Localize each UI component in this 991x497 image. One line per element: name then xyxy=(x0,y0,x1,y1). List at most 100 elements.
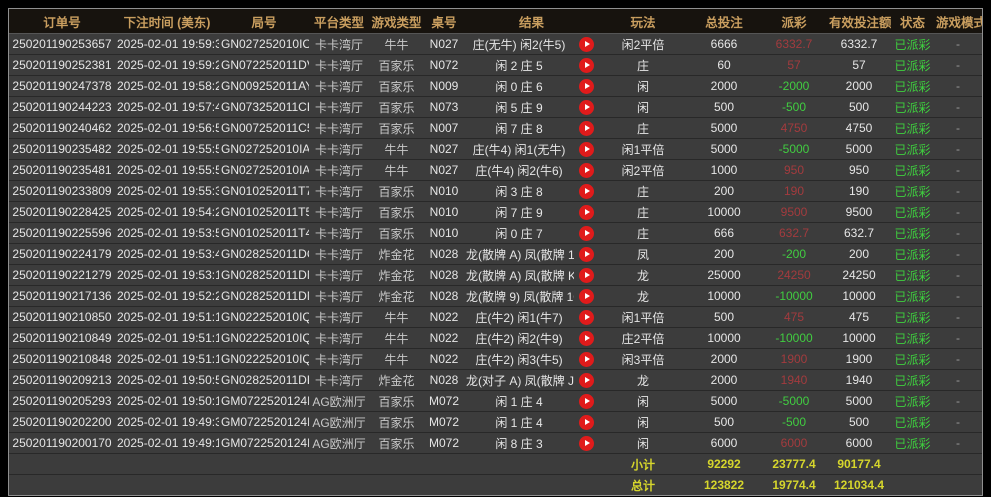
total-valid-bet: 121034.4 xyxy=(827,475,891,496)
replay-video-icon[interactable] xyxy=(579,310,594,325)
payout-value: 6332.7 xyxy=(761,34,827,55)
valid-bet-value: 1940 xyxy=(827,370,891,391)
game-mode-value: - xyxy=(934,55,982,76)
result-text: 闲 1 庄 4 xyxy=(464,391,574,412)
replay-video-icon[interactable] xyxy=(579,289,594,304)
replay-cell xyxy=(574,223,599,244)
payout-value: 632.7 xyxy=(761,223,827,244)
replay-video-icon[interactable] xyxy=(579,121,594,136)
bet-option: 庄 xyxy=(599,223,687,244)
payout-value: 950 xyxy=(761,160,827,181)
round-id: GN022252010IQ xyxy=(219,349,309,370)
replay-video-icon[interactable] xyxy=(579,205,594,220)
round-id: GN022252010IQ xyxy=(219,307,309,328)
replay-cell xyxy=(574,391,599,412)
game-type: 炸金花 xyxy=(369,286,424,307)
table-row: 250201190205293 2025-02-01 19:50:11 GM07… xyxy=(9,391,982,412)
valid-bet-value: 950 xyxy=(827,160,891,181)
replay-video-icon[interactable] xyxy=(579,142,594,157)
game-mode-value: - xyxy=(934,139,982,160)
order-number: 250201190210850 xyxy=(9,307,115,328)
replay-video-icon[interactable] xyxy=(579,226,594,241)
bet-time: 2025-02-01 19:53:13 xyxy=(115,265,219,286)
bet-time: 2025-02-01 19:51:14 xyxy=(115,328,219,349)
replay-video-icon[interactable] xyxy=(579,331,594,346)
replay-cell xyxy=(574,412,599,433)
order-number: 250201190224179 xyxy=(9,244,115,265)
payout-value: -500 xyxy=(761,97,827,118)
status-badge: 已派彩 xyxy=(891,391,934,412)
result-text: 龙(散牌 A) 凤(散牌 K) xyxy=(464,265,574,286)
table-number: N027 xyxy=(424,160,464,181)
play-triangle-icon xyxy=(585,335,590,341)
valid-bet-value: 10000 xyxy=(827,328,891,349)
payout-value: 57 xyxy=(761,55,827,76)
game-type: 炸金花 xyxy=(369,265,424,286)
platform-type: AG欧洲厅 xyxy=(309,433,369,454)
table-number: N022 xyxy=(424,349,464,370)
replay-cell xyxy=(574,97,599,118)
replay-video-icon[interactable] xyxy=(579,415,594,430)
game-mode-value: - xyxy=(934,181,982,202)
subtotal-row: 小计 92292 23777.4 90177.4 xyxy=(9,454,982,475)
round-id: GM0722520124N xyxy=(219,391,309,412)
replay-cell xyxy=(574,349,599,370)
replay-video-icon[interactable] xyxy=(579,352,594,367)
platform-type: 卡卡湾厅 xyxy=(309,97,369,118)
replay-cell xyxy=(574,370,599,391)
play-triangle-icon xyxy=(585,377,590,383)
valid-bet-value: 9500 xyxy=(827,202,891,223)
round-id: GN027252010IA xyxy=(219,160,309,181)
col-header-result: 结果 xyxy=(464,9,599,34)
order-number: 250201190200170 xyxy=(9,433,115,454)
table-row: 250201190210849 2025-02-01 19:51:14 GN02… xyxy=(9,328,982,349)
table-row: 250201190252381 2025-02-01 19:59:20 GN07… xyxy=(9,55,982,76)
round-id: GN007252011C5 xyxy=(219,118,309,139)
replay-video-icon[interactable] xyxy=(579,37,594,52)
platform-type: 卡卡湾厅 xyxy=(309,202,369,223)
replay-video-icon[interactable] xyxy=(579,247,594,262)
round-id: GN072252011DV xyxy=(219,55,309,76)
game-mode-value: - xyxy=(934,391,982,412)
table-row: 250201190233809 2025-02-01 19:55:33 GN01… xyxy=(9,181,982,202)
bet-time: 2025-02-01 19:55:53 xyxy=(115,139,219,160)
round-id: GN010252011T7 xyxy=(219,181,309,202)
col-header-game-type: 游戏类型 xyxy=(369,9,424,34)
game-mode-value: - xyxy=(934,160,982,181)
play-triangle-icon xyxy=(585,125,590,131)
game-type: 百家乐 xyxy=(369,391,424,412)
result-text: 闲 0 庄 7 xyxy=(464,223,574,244)
result-text: 龙(散牌 A) 凤(散牌 10) xyxy=(464,244,574,265)
payout-value: 190 xyxy=(761,181,827,202)
replay-video-icon[interactable] xyxy=(579,58,594,73)
game-mode-value: - xyxy=(934,202,982,223)
game-mode-value: - xyxy=(934,328,982,349)
subtotal-valid-bet: 90177.4 xyxy=(827,454,891,475)
valid-bet-value: 24250 xyxy=(827,265,891,286)
bet-records-grid: 订单号 下注时间 (美东) 局号 平台类型 游戏类型 桌号 结果 玩法 总投注 … xyxy=(9,9,982,495)
platform-type: 卡卡湾厅 xyxy=(309,370,369,391)
replay-video-icon[interactable] xyxy=(579,163,594,178)
replay-video-icon[interactable] xyxy=(579,184,594,199)
replay-video-icon[interactable] xyxy=(579,79,594,94)
bet-time: 2025-02-01 19:59:20 xyxy=(115,55,219,76)
order-number: 250201190205293 xyxy=(9,391,115,412)
game-mode-value: - xyxy=(934,370,982,391)
result-text: 闲 1 庄 4 xyxy=(464,412,574,433)
replay-video-icon[interactable] xyxy=(579,436,594,451)
total-bet-value: 5000 xyxy=(687,139,761,160)
replay-video-icon[interactable] xyxy=(579,100,594,115)
replay-video-icon[interactable] xyxy=(579,394,594,409)
replay-video-icon[interactable] xyxy=(579,373,594,388)
subtotal-spacer xyxy=(9,454,599,475)
table-number: N010 xyxy=(424,181,464,202)
bet-time: 2025-02-01 19:51:14 xyxy=(115,349,219,370)
table-number: N010 xyxy=(424,223,464,244)
replay-video-icon[interactable] xyxy=(579,268,594,283)
table-number: N027 xyxy=(424,139,464,160)
col-header-payout: 派彩 xyxy=(761,9,827,34)
result-text: 闲 3 庄 8 xyxy=(464,181,574,202)
table-number: N028 xyxy=(424,244,464,265)
total-bet-value: 2000 xyxy=(687,76,761,97)
order-number: 250201190235482 xyxy=(9,139,115,160)
